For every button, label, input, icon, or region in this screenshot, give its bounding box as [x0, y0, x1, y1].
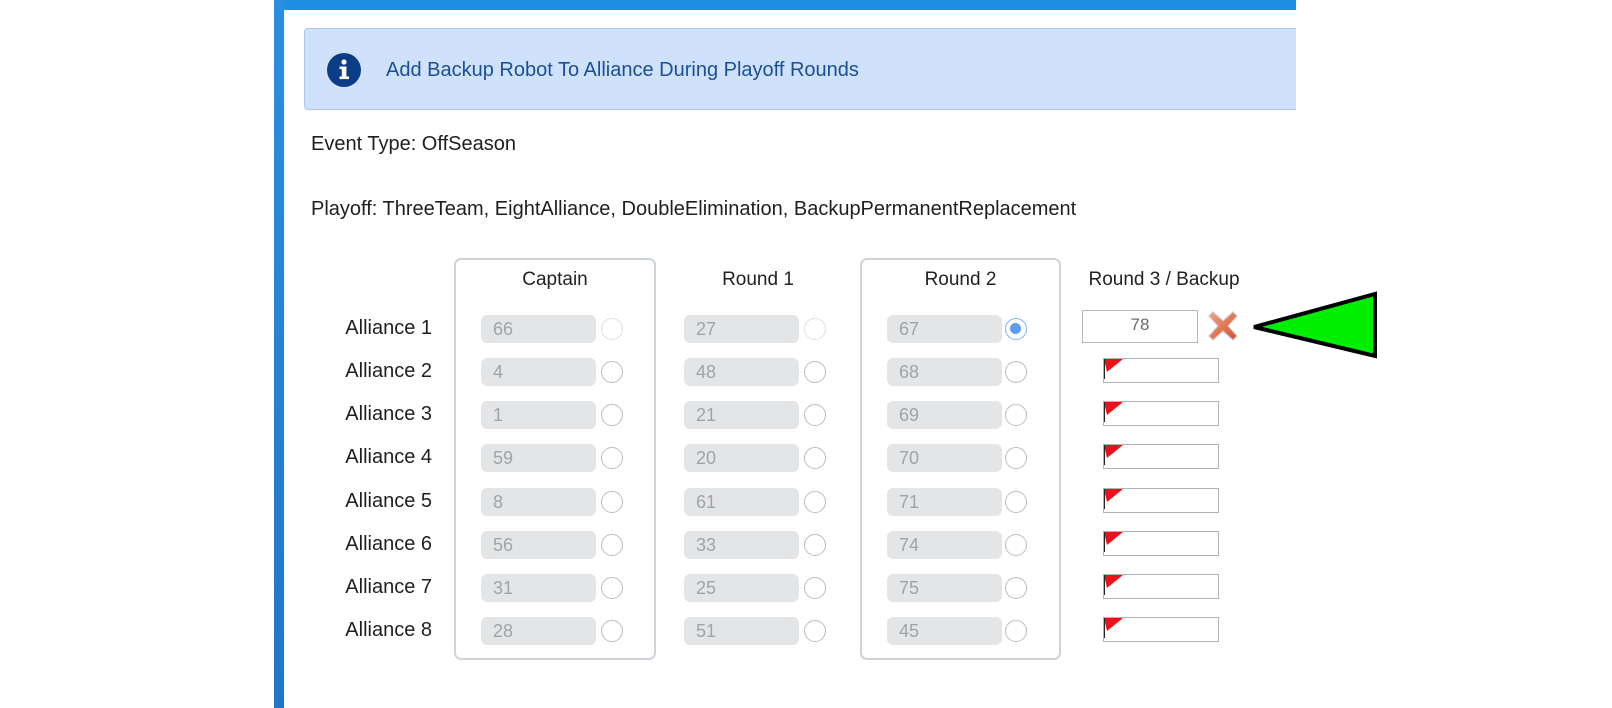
round1-header: Round 1 — [722, 269, 794, 290]
alliance-2-backup-field[interactable] — [1103, 358, 1219, 383]
alliance-6-round1-radio[interactable] — [804, 534, 826, 556]
alliance-5-backup-field[interactable] — [1103, 488, 1219, 513]
playoff-text: Playoff: ThreeTeam, EightAlliance, Doubl… — [311, 198, 1077, 220]
alliance-8-label: Alliance 8 — [345, 619, 432, 641]
alliance-1-round2-radio[interactable] — [1005, 318, 1027, 340]
alliance-3-round2-radio[interactable] — [1005, 404, 1027, 426]
alliance-3-backup-field[interactable] — [1103, 401, 1219, 426]
red-flag-icon — [1104, 359, 1123, 379]
info-banner: Add Backup Robot To Alliance During Play… — [304, 28, 1296, 110]
round3-backup-header: Round 3 / Backup — [1088, 269, 1240, 290]
clear-x-icon[interactable] — [1206, 309, 1240, 343]
alliance-4-round1-input: 20 — [684, 444, 799, 472]
alliance-4-round1-radio[interactable] — [804, 447, 826, 469]
alliance-6-backup-field[interactable] — [1103, 531, 1219, 556]
alliance-3-label: Alliance 3 — [345, 403, 432, 425]
info-icon — [327, 53, 361, 87]
alliance-6-captain-radio[interactable] — [601, 534, 623, 556]
alliance-3-round1-input: 21 — [684, 401, 799, 429]
red-flag-icon — [1104, 489, 1123, 509]
alliance-4-round2-radio[interactable] — [1005, 447, 1027, 469]
alliance-1-backup-input[interactable]: 78 — [1082, 310, 1198, 343]
alliance-2-round2-radio[interactable] — [1005, 361, 1027, 383]
round2-header: Round 2 — [924, 269, 997, 290]
alliance-3-round2-input: 69 — [887, 401, 1002, 429]
alliance-2-round1-radio[interactable] — [804, 361, 826, 383]
alliance-7-round2-input: 75 — [887, 574, 1002, 602]
alliance-8-round2-input: 45 — [887, 617, 1002, 645]
captain-header: Captain — [522, 269, 588, 290]
alliance-1-round2-input: 67 — [887, 315, 1002, 343]
banner-message: Add Backup Robot To Alliance During Play… — [386, 59, 859, 81]
alliance-6-label: Alliance 6 — [345, 533, 432, 555]
alliance-5-captain-input: 8 — [481, 488, 596, 516]
alliance-2-round1-input: 48 — [684, 358, 799, 386]
red-flag-icon — [1104, 445, 1123, 465]
alliance-2-captain-radio[interactable] — [601, 361, 623, 383]
red-flag-icon — [1104, 575, 1123, 595]
red-flag-icon — [1104, 532, 1123, 552]
alliance-5-round1-radio[interactable] — [804, 491, 826, 513]
alliance-8-round1-input: 51 — [684, 617, 799, 645]
alliance-7-backup-field[interactable] — [1103, 574, 1219, 599]
red-flag-icon — [1104, 402, 1123, 422]
alliance-7-captain-input: 31 — [481, 574, 596, 602]
red-flag-icon — [1104, 618, 1123, 638]
alliance-7-label: Alliance 7 — [345, 576, 432, 598]
alliance-3-captain-input: 1 — [481, 401, 596, 429]
alliance-4-round2-input: 70 — [887, 444, 1002, 472]
alliance-8-captain-input: 28 — [481, 617, 596, 645]
alliance-4-backup-field[interactable] — [1103, 444, 1219, 469]
alliance-6-round2-input: 74 — [887, 531, 1002, 559]
alliance-1-round1-input: 27 — [684, 315, 799, 343]
alliance-3-round1-radio[interactable] — [804, 404, 826, 426]
alliance-5-label: Alliance 5 — [345, 490, 432, 512]
event-type-text: Event Type: OffSeason — [311, 133, 516, 155]
alliance-5-round2-radio[interactable] — [1005, 491, 1027, 513]
alliance-2-label: Alliance 2 — [345, 360, 432, 382]
alliance-5-captain-radio[interactable] — [601, 491, 623, 513]
alliance-8-round2-radio[interactable] — [1005, 620, 1027, 642]
window-left-border — [274, 0, 284, 708]
alliance-2-captain-input: 4 — [481, 358, 596, 386]
alliance-3-captain-radio[interactable] — [601, 404, 623, 426]
alliance-5-round2-input: 71 — [887, 488, 1002, 516]
green-pointer-arrow — [1253, 291, 1377, 359]
alliance-8-backup-field[interactable] — [1103, 617, 1219, 642]
alliance-4-captain-input: 59 — [481, 444, 596, 472]
alliance-8-round1-radio[interactable] — [804, 620, 826, 642]
alliance-4-label: Alliance 4 — [345, 446, 432, 468]
alliance-7-round2-radio[interactable] — [1005, 577, 1027, 599]
background-left — [0, 0, 274, 708]
alliance-1-label: Alliance 1 — [345, 317, 432, 339]
alliance-1-captain-input: 66 — [481, 315, 596, 343]
alliance-2-round2-input: 68 — [887, 358, 1002, 386]
alliance-7-round1-input: 25 — [684, 574, 799, 602]
alliance-6-round2-radio[interactable] — [1005, 534, 1027, 556]
alliance-8-captain-radio[interactable] — [601, 620, 623, 642]
alliance-4-captain-radio[interactable] — [601, 447, 623, 469]
window-top-bar — [274, 0, 1296, 10]
alliance-1-round1-radio[interactable] — [804, 318, 826, 340]
alliance-6-round1-input: 33 — [684, 531, 799, 559]
alliance-7-captain-radio[interactable] — [601, 577, 623, 599]
alliance-6-captain-input: 56 — [481, 531, 596, 559]
alliance-5-round1-input: 61 — [684, 488, 799, 516]
alliance-7-round1-radio[interactable] — [804, 577, 826, 599]
alliance-1-captain-radio[interactable] — [601, 318, 623, 340]
